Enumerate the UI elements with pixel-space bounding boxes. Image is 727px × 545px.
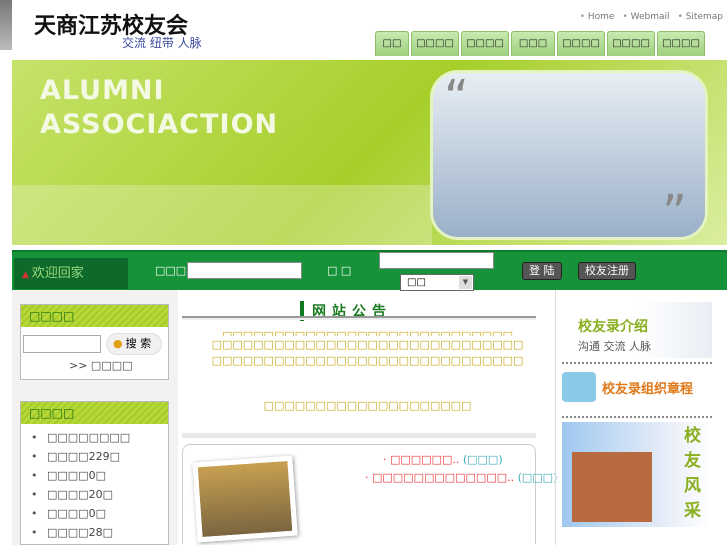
slogan: 交流 纽带 人脉	[122, 36, 202, 50]
login-button[interactable]: 登 陆	[522, 262, 562, 280]
nav-item[interactable]: □□□□	[607, 31, 655, 56]
list-item: □□□□28□	[21, 523, 168, 542]
charter-banner[interactable]: 校友录组织章程	[562, 368, 712, 412]
list-item: □□□□□□□□	[21, 428, 168, 447]
main-content: 网站公告 □□□□□□□□□□□□□□□□□□□□□□□□□□□□ □□□□□□…	[180, 290, 557, 545]
news-title[interactable]: □□□□□□..	[390, 453, 459, 466]
login-bar: 欢迎回家 □□□ □ □ □□ 登 陆 校友注册	[12, 250, 727, 291]
intro-title: 校友录介绍	[578, 319, 648, 335]
list-item: □□□□0□	[21, 466, 168, 485]
news-card: · □□□□□□.. (□□□) · □□□□□□□□□□□□□.. (□□□)	[182, 444, 557, 544]
news-item[interactable]: · □□□□□□.. (□□□)	[383, 453, 503, 466]
nav-item[interactable]: □□□	[511, 31, 555, 56]
charter-title: 校友录组织章程	[602, 382, 694, 397]
divider	[182, 316, 536, 320]
stats-box: □□□□ □□□□□□□□ □□□□229□ □□□□0□ □□□□20□ □□…	[20, 401, 169, 545]
list-item: □□□□20□	[21, 485, 168, 504]
divider	[182, 433, 536, 438]
password-input[interactable]	[379, 252, 494, 269]
divider	[562, 362, 712, 364]
nav-item[interactable]: □□□□	[657, 31, 705, 56]
left-sidebar: □□□□ 搜 索 >> □□□□ □□□□ □□□□□□□□ □□□□229□ …	[12, 290, 178, 545]
username-label: □□□	[155, 264, 187, 277]
news-title[interactable]: □□□□□□□□□□□□□..	[372, 471, 514, 484]
list-item: □□□□0□	[21, 504, 168, 523]
banner-line: ASSOCIACTION	[40, 109, 279, 140]
building-image	[572, 452, 652, 522]
banner-line: ALUMNI	[40, 75, 165, 106]
gallery-title: 校友风采	[684, 426, 701, 521]
banner-photo-strip	[12, 185, 432, 245]
nav-item[interactable]: □□□□	[411, 31, 459, 56]
notice-line: □□□□□□□□□□□□□□□□□□□□	[263, 399, 472, 412]
gallery-banner[interactable]: 校友风采	[562, 422, 712, 527]
search-title: □□□□	[21, 305, 168, 327]
list-item: □□□□229□	[21, 447, 168, 466]
notice-line: □□□□□□□□□□□□□□□□□□□□□□□□□□□□□□	[211, 354, 524, 367]
welcome-label: 欢迎回家	[14, 258, 128, 289]
news-source: (□□□)	[517, 471, 558, 484]
nav-item[interactable]: □□	[375, 31, 409, 56]
search-input[interactable]	[23, 335, 101, 353]
quote-icon: ”	[662, 185, 687, 241]
nav-item[interactable]: □□□□	[461, 31, 509, 56]
intro-subtitle: 沟通 交流 人脉	[578, 340, 651, 353]
type-select[interactable]: □□	[400, 274, 474, 291]
main-nav: □□ □□□□ □□□□ □□□ □□□□ □□□□ □□□□	[375, 31, 715, 56]
hero-banner: ALUMNI ASSOCIACTION “ ”	[12, 60, 727, 245]
document-icon	[562, 372, 596, 402]
webmail-link[interactable]: Webmail	[622, 12, 670, 22]
left-strip	[0, 0, 12, 50]
username-input[interactable]	[187, 262, 302, 279]
nav-item[interactable]: □□□□	[557, 31, 605, 56]
banner-title: ALUMNI ASSOCIACTION	[40, 74, 278, 142]
right-sidebar: 校友录介绍 沟通 交流 人脉 校友录组织章程 校友风采	[555, 290, 727, 545]
home-link[interactable]: Home	[580, 12, 615, 22]
alumni-photo	[192, 455, 298, 543]
news-source: (□□□)	[462, 453, 503, 466]
top-links: Home Webmail Sitemap	[580, 12, 723, 22]
stats-list: □□□□□□□□ □□□□229□ □□□□0□ □□□□20□ □□□□0□ …	[21, 428, 168, 542]
quote-icon: “	[444, 70, 469, 126]
stats-title: □□□□	[21, 402, 168, 424]
notice-line: □□□□□□□□□□□□□□□□□□□□□□□□□□□□	[221, 329, 513, 336]
news-item[interactable]: · □□□□□□□□□□□□□.. (□□□)	[365, 471, 557, 484]
sitemap-link[interactable]: Sitemap	[678, 12, 723, 22]
password-label: □ □	[327, 264, 352, 277]
register-button[interactable]: 校友注册	[578, 262, 636, 280]
notice-line: □□□□□□□□□□□□□□□□□□□□□□□□□□□□□□	[211, 338, 524, 351]
search-box: □□□□ 搜 索 >> □□□□	[20, 304, 169, 380]
search-button[interactable]: 搜 索	[106, 333, 162, 355]
divider	[562, 416, 712, 418]
intro-banner[interactable]: 校友录介绍 沟通 交流 人脉	[562, 302, 712, 358]
advanced-search-link[interactable]: >> □□□□	[69, 359, 133, 372]
